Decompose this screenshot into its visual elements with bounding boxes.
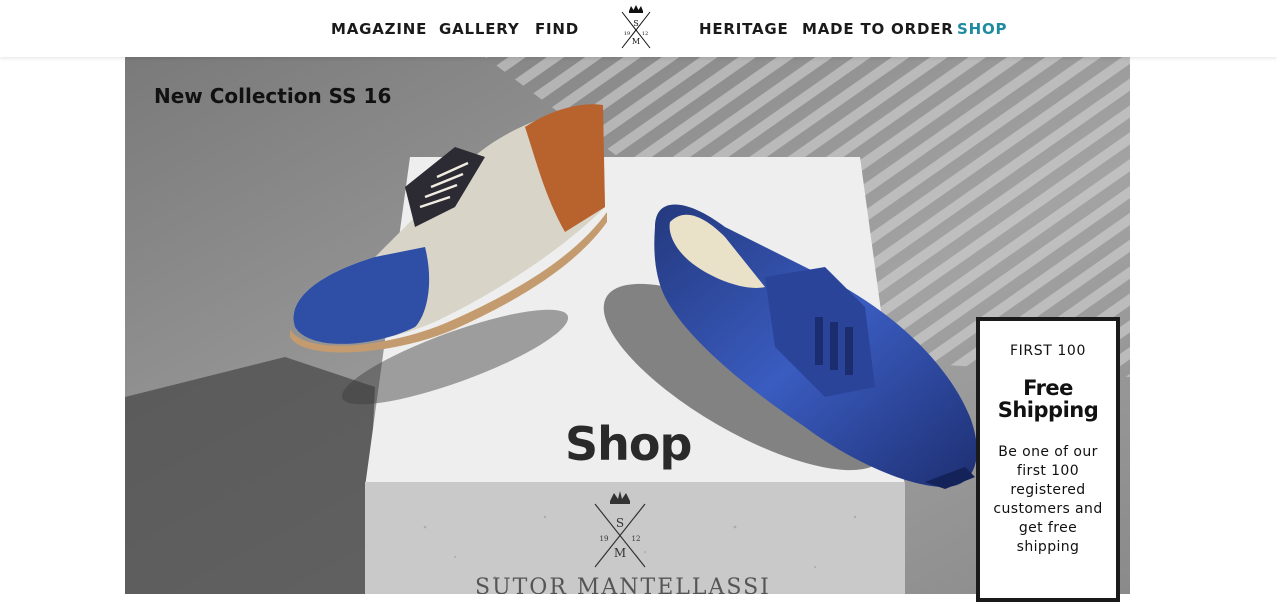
promo-body: Be one of our first 100 registered custo…: [993, 444, 1103, 555]
nav-gallery-link[interactable]: GALLERY: [439, 20, 519, 38]
hero-caption: New Collection SS 16: [154, 84, 392, 108]
cube-brand-text: SUTOR MANTELLASSI: [475, 575, 771, 594]
nav-find-link[interactable]: FIND: [535, 20, 579, 38]
hero-shop-title[interactable]: Shop: [565, 417, 692, 471]
nav-magazine-link[interactable]: MAGAZINE: [331, 20, 427, 38]
promo-title: Free Shipping: [997, 376, 1099, 422]
brand-logo-icon[interactable]: S 19 12 M: [618, 4, 654, 50]
svg-text:12: 12: [642, 31, 648, 37]
promo-heading: FIRST 100: [1010, 343, 1086, 359]
svg-text:S: S: [616, 516, 624, 530]
nav-heritage-link[interactable]: HERITAGE: [699, 20, 789, 38]
svg-text:19: 19: [600, 535, 609, 543]
svg-text:12: 12: [632, 535, 641, 543]
svg-text:M: M: [614, 546, 626, 560]
free-shipping-promo[interactable]: FIRST 100 Free Shipping Be one of our fi…: [976, 317, 1120, 602]
cube-brand-logo-icon: S 19 12 M: [594, 491, 646, 568]
svg-text:M: M: [632, 37, 640, 46]
svg-text:S: S: [633, 19, 638, 28]
svg-text:19: 19: [624, 31, 630, 37]
nav-shop-link[interactable]: SHOP: [957, 20, 1007, 38]
nav-made-to-order-link[interactable]: MADE TO ORDER: [802, 20, 954, 38]
top-navigation: MAGAZINE GALLERY FIND S 19 12 M HERITAGE…: [0, 0, 1277, 57]
